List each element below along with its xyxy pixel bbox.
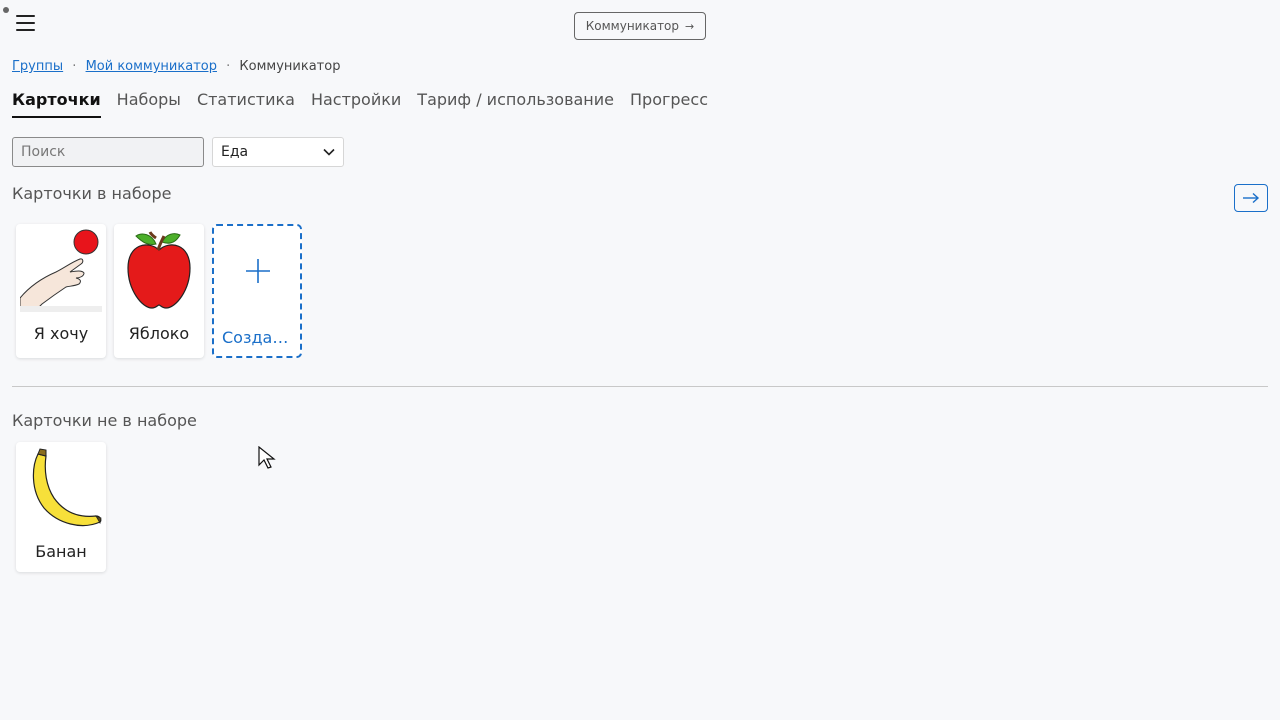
- card-apple[interactable]: Яблоко: [114, 224, 204, 358]
- breadcrumb-separator: ·: [226, 59, 231, 74]
- category-select[interactable]: Еда: [212, 137, 344, 167]
- mouse-cursor-icon: [258, 446, 276, 469]
- in-set-title: Карточки в наборе: [12, 184, 172, 203]
- card-banana[interactable]: Банан: [16, 442, 106, 572]
- menu-icon[interactable]: [16, 15, 35, 31]
- card-i-want[interactable]: Я хочу: [16, 224, 106, 358]
- tab-tariff-usage[interactable]: Тариф / использование: [417, 90, 614, 118]
- communicator-button[interactable]: Коммуникатор →: [574, 12, 706, 40]
- not-in-set-title: Карточки не в наборе: [12, 411, 197, 430]
- hand-wanting-icon: [20, 229, 102, 312]
- card-label: Яблоко: [128, 324, 190, 343]
- search-input[interactable]: [12, 137, 204, 167]
- category-select-value: Еда: [221, 144, 249, 160]
- create-card-label: Создать карточку: [222, 328, 296, 347]
- status-dot: [3, 7, 9, 13]
- create-card-button[interactable]: Создать карточку: [212, 224, 302, 358]
- expand-button[interactable]: [1234, 184, 1268, 212]
- card-label: Банан: [35, 542, 87, 561]
- tab-settings[interactable]: Настройки: [311, 90, 401, 118]
- tab-cards[interactable]: Карточки: [12, 90, 101, 118]
- page: Коммуникатор → Группы · Мой коммуникатор…: [0, 0, 1280, 720]
- breadcrumb-link-my-communicator[interactable]: Мой коммуникатор: [86, 59, 217, 74]
- section-divider: [12, 386, 1268, 387]
- tab-bar: Карточки Наборы Статистика Настройки Тар…: [12, 90, 708, 118]
- breadcrumb-current: Коммуникатор: [239, 59, 341, 74]
- banana-icon: [32, 448, 102, 527]
- tab-sets[interactable]: Наборы: [117, 90, 181, 118]
- arrow-right-icon: →: [685, 19, 695, 33]
- apple-icon: [127, 231, 191, 309]
- communicator-button-label: Коммуникатор: [585, 19, 680, 33]
- tab-progress[interactable]: Прогресс: [630, 90, 708, 118]
- breadcrumb: Группы · Мой коммуникатор · Коммуникатор: [12, 59, 340, 74]
- arrow-right-icon: [1243, 192, 1260, 204]
- breadcrumb-separator: ·: [72, 59, 77, 74]
- plus-icon: [246, 259, 270, 283]
- breadcrumb-link-groups[interactable]: Группы: [12, 59, 63, 74]
- chevron-down-icon: [323, 148, 335, 156]
- tab-statistics[interactable]: Статистика: [197, 90, 295, 118]
- card-label: Я хочу: [33, 324, 89, 343]
